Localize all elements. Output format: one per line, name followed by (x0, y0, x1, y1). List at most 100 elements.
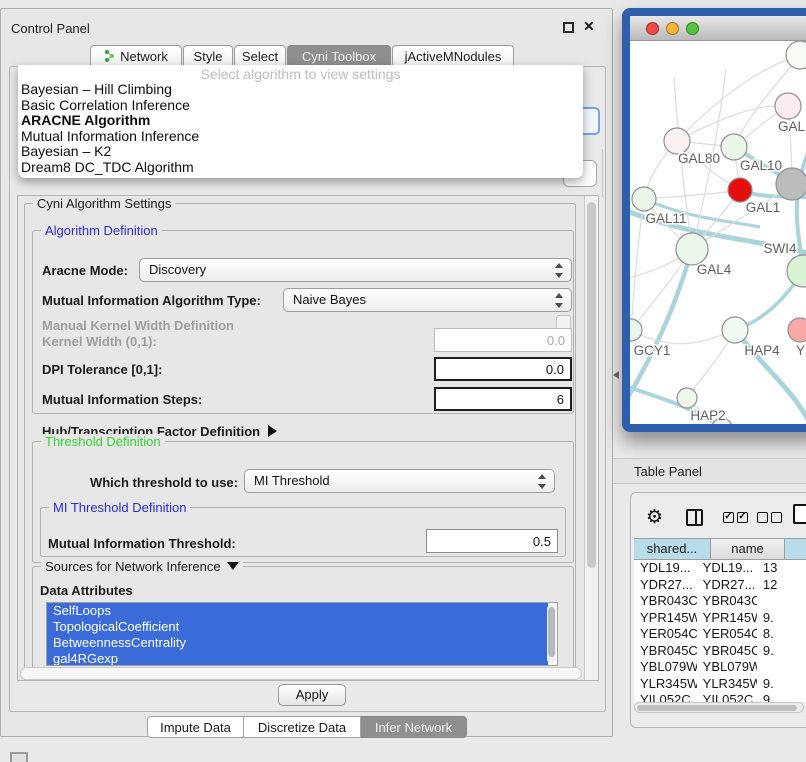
kernel-width-label: Kernel Width (0,1): (42, 334, 157, 349)
minimize-traffic-light-icon[interactable] (666, 22, 679, 35)
dpi-tolerance-field[interactable] (434, 357, 572, 381)
tab-infer-network[interactable]: Infer Network (361, 716, 467, 738)
tab-select[interactable]: Select (234, 45, 286, 66)
algorithm-option-mutual-information-inference[interactable]: Mutual Information Inference (18, 129, 583, 145)
node-gcy1[interactable] (630, 319, 642, 341)
table-cell: YIL052C (634, 692, 697, 702)
data-attributes-label: Data Attributes (40, 583, 133, 598)
table-row[interactable]: YBR043CYBR043C (634, 593, 806, 610)
table-row[interactable]: YBL079WYBL079W (634, 659, 806, 676)
stepper-arrows-icon (538, 474, 547, 489)
table-row[interactable]: YLR345WYLR345W9. (634, 676, 806, 693)
table-cell: YIL052C (697, 692, 757, 702)
table-body: YDL19...YDL19...13YDR27...YDR27...12YBR0… (634, 560, 806, 702)
table-cell: YBR045C (634, 643, 697, 660)
node-gal10[interactable] (721, 134, 747, 160)
column-header-shared[interactable]: shared... (634, 538, 711, 560)
kernel-width-field[interactable] (434, 328, 572, 352)
node-hap4[interactable] (722, 317, 748, 343)
table-row[interactable]: YPR145WYPR145W9. (634, 610, 806, 627)
algorithm-option-basic-correlation-inference[interactable]: Basic Correlation Inference (18, 98, 583, 114)
attribute-item-topologicalcoefficient[interactable]: TopologicalCoefficient (47, 619, 548, 635)
tab-label: jActiveMNodules (405, 49, 502, 64)
column-header-extra[interactable] (785, 538, 806, 560)
node-swi4[interactable] (787, 255, 806, 287)
select-unchecked-icon[interactable] (757, 512, 768, 523)
select-checked-icon[interactable]: ✓ (737, 512, 748, 523)
document-icon[interactable] (793, 504, 806, 524)
table-row[interactable]: YER054CYER054C8. (634, 626, 806, 643)
mi-steps-label: Mutual Information Steps: (42, 392, 202, 407)
zoom-traffic-light-icon[interactable] (686, 22, 699, 35)
which-threshold-combo[interactable]: MI Threshold (244, 469, 555, 493)
attribute-item-betweennesscentrality[interactable]: BetweennessCentrality (47, 635, 548, 651)
algorithm-dropdown-items: Bayesian – Hill ClimbingBasic Correlatio… (18, 82, 583, 176)
node-hap2[interactable] (677, 388, 697, 408)
settings-vertical-scrollbar[interactable] (584, 196, 598, 680)
mi-steps-field[interactable] (434, 387, 572, 411)
list-scrollbar[interactable] (547, 605, 556, 663)
control-panel-window: Control Panel ✕ NetworkStyleSelectCyni T… (0, 8, 613, 737)
columns-icon[interactable] (686, 509, 703, 526)
algorithm-dropdown-list: Select algorithm to view settings Bayesi… (18, 65, 583, 178)
bottom-corner-icon[interactable] (10, 752, 28, 762)
mi-threshold-group-title: MI Threshold Definition (49, 500, 190, 515)
select-checked-icon[interactable]: ✓ (723, 512, 734, 523)
close-icon[interactable]: ✕ (583, 18, 595, 35)
network-view-window: GALGAL80GAL10GAL1GAL11GAL4SWI4GCY1HAP4YH… (622, 8, 806, 432)
network-edge[interactable] (644, 190, 740, 199)
mi-threshold-field[interactable] (426, 529, 558, 553)
table-row[interactable]: YDL19...YDL19...13 (634, 560, 806, 577)
screen: Control Panel ✕ NetworkStyleSelectCyni T… (0, 0, 806, 762)
node-hap4-label: HAP4 (744, 343, 780, 358)
stepper-arrows-icon (555, 263, 564, 278)
table-cell: YDL19... (634, 560, 697, 577)
tab-jactivemnodules[interactable]: jActiveMNodules (392, 45, 514, 66)
algorithm-option-bayesian-k2[interactable]: Bayesian – K2 (18, 144, 583, 160)
apply-button[interactable]: Apply (278, 684, 346, 706)
node-top-right[interactable] (786, 41, 806, 69)
aracne-mode-combo[interactable]: Discovery (139, 258, 572, 282)
algorithm-option-dream8-dc-tdc-algorithm[interactable]: Dream8 DC_TDC Algorithm (18, 160, 583, 176)
network-window-titlebar[interactable] (630, 16, 806, 41)
mi-algorithm-type-combo[interactable]: Naive Bayes (283, 288, 572, 312)
node-gal-right-label: GAL (778, 119, 806, 134)
panel-resize-arrow-icon[interactable] (613, 371, 619, 379)
float-window-icon[interactable] (563, 22, 574, 33)
algorithm-option-aracne-algorithm[interactable]: ARACNE Algorithm (18, 113, 583, 129)
which-threshold-value: MI Threshold (254, 473, 330, 488)
network-edge[interactable] (631, 330, 735, 344)
node-gal1[interactable] (728, 178, 752, 202)
stepper-arrows-icon (555, 293, 564, 308)
dpi-tolerance-label: DPI Tolerance [0,1]: (42, 362, 162, 377)
sources-group-title[interactable]: Sources for Network Inference (41, 559, 243, 574)
table-cell: YER054C (697, 626, 757, 643)
table-cell: YDL19... (697, 560, 757, 577)
tab-discretize-data[interactable]: Discretize Data (244, 716, 361, 738)
table-row[interactable]: YDR27...YDR27...12 (634, 577, 806, 594)
tab-impute-data[interactable]: Impute Data (147, 716, 244, 738)
table-cell: YBL079W (634, 659, 697, 676)
node-gal4[interactable] (676, 233, 708, 265)
tab-network[interactable]: Network (90, 45, 182, 66)
table-horizontal-scrollbar[interactable] (634, 702, 804, 713)
attribute-item-selfloops[interactable]: SelfLoops (47, 603, 548, 619)
table-row[interactable]: YIL052CYIL052C9 (634, 692, 806, 702)
table-row[interactable]: YBR045CYBR045C9. (634, 643, 806, 660)
select-unchecked-icon[interactable] (771, 512, 782, 523)
settings-horizontal-scrollbar[interactable] (20, 667, 582, 680)
mi-algorithm-type-label: Mutual Information Algorithm Type: (42, 293, 261, 308)
algorithm-option-bayesian-hill-climbing[interactable]: Bayesian – Hill Climbing (18, 82, 583, 98)
column-header-name[interactable]: name (711, 538, 785, 560)
network-canvas[interactable]: GALGAL80GAL10GAL1GAL11GAL4SWI4GCY1HAP4YH… (630, 41, 806, 424)
table-cell (757, 593, 806, 610)
node-salmon[interactable] (788, 318, 806, 342)
tab-style[interactable]: Style (183, 45, 233, 66)
node-gal-right[interactable] (775, 93, 801, 119)
close-traffic-light-icon[interactable] (646, 22, 659, 35)
data-attributes-list[interactable]: SelfLoopsTopologicalCoefficientBetweenne… (46, 602, 558, 666)
gear-icon[interactable]: ⚙ (646, 506, 663, 529)
attribute-item-gal4rgexp[interactable]: gal4RGexp (47, 651, 548, 666)
node-gal11[interactable] (632, 187, 656, 211)
tab-cyni-toolbox[interactable]: Cyni Toolbox (287, 45, 391, 66)
